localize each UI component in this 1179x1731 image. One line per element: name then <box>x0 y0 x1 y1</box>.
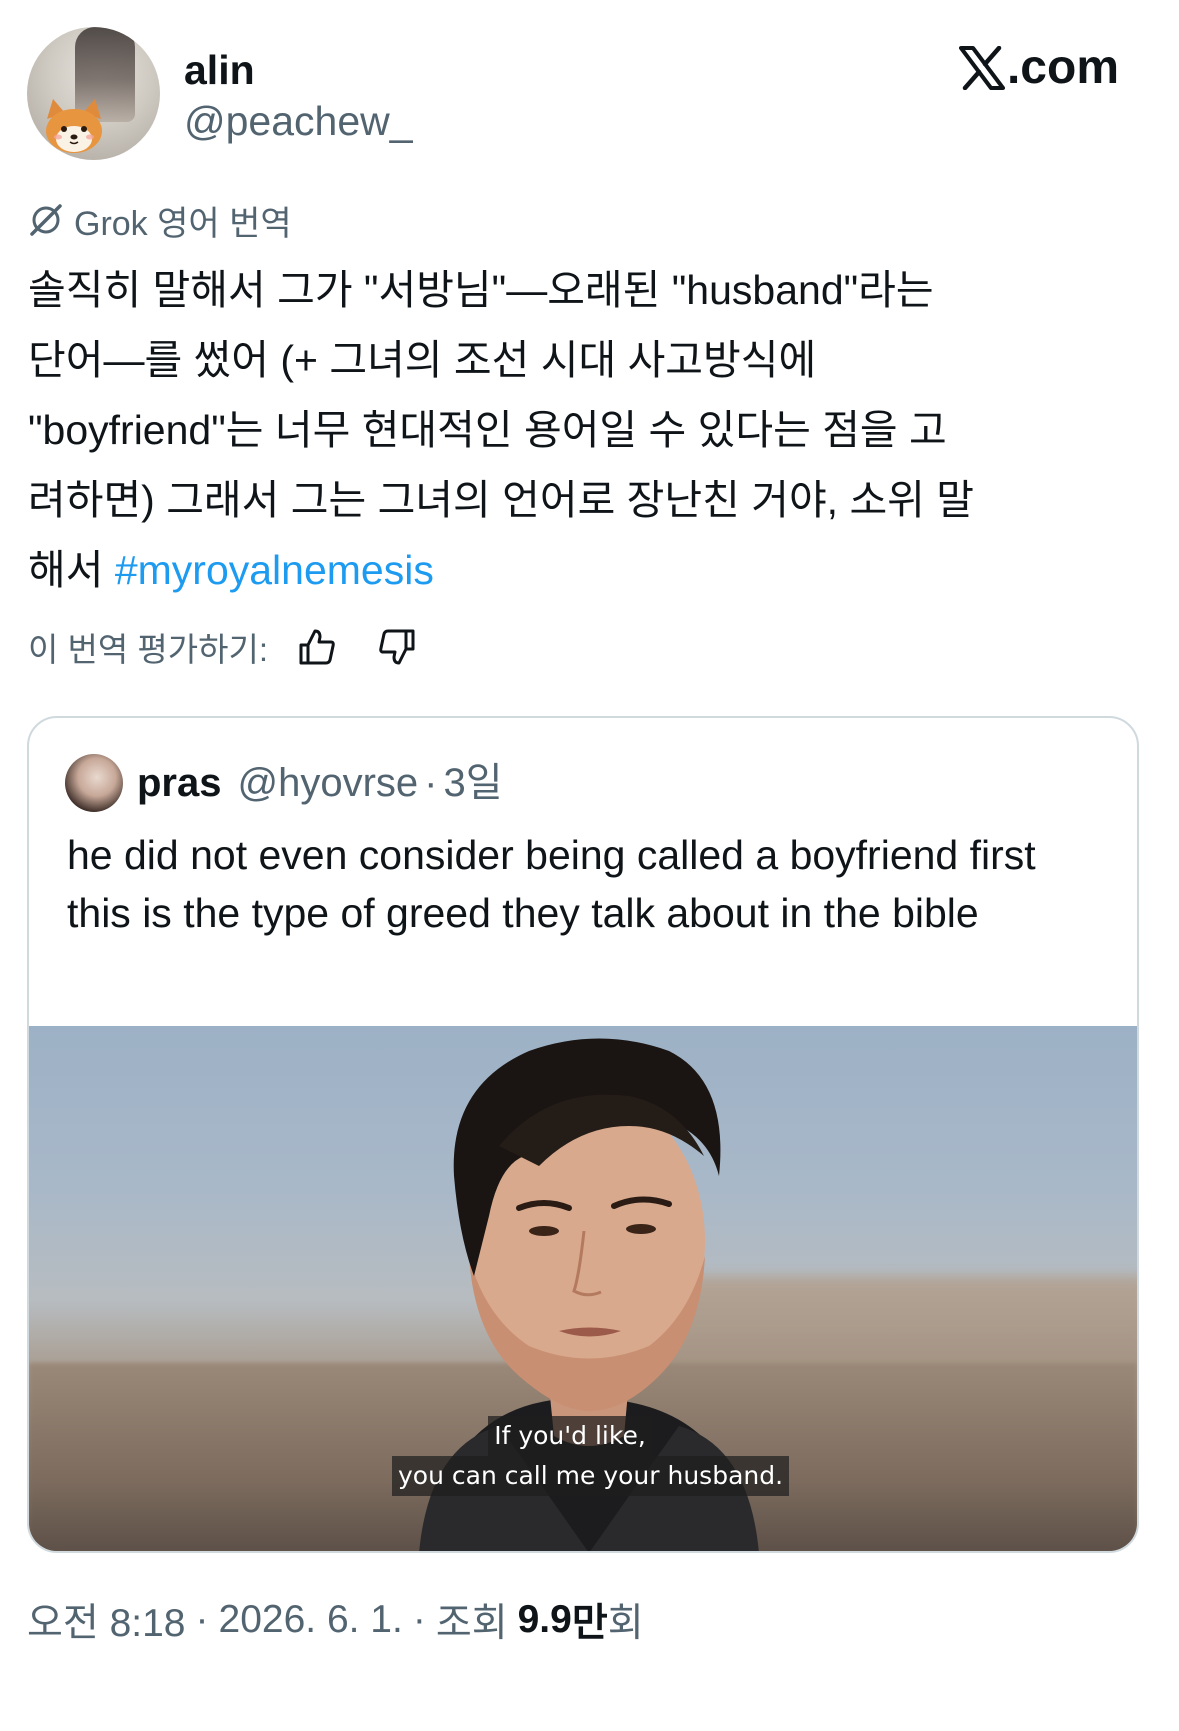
subtitle-line-1: If you'd like, <box>488 1416 652 1456</box>
author-display-name[interactable]: alin <box>184 46 255 94</box>
translation-label: Grok 영어 번역 <box>28 198 292 243</box>
tweet-header: alin @peachew_ .com <box>0 0 1179 180</box>
tweet-text: 솔직히 말해서 그가 "서방님"—오래된 "husband"라는 단어—를 썼어… <box>28 255 1138 605</box>
separator-dot: · <box>424 761 438 805</box>
quoted-tweet-text: he did not even consider being called a … <box>67 832 1036 936</box>
views-label: 조회 <box>435 1602 508 1645</box>
tweet-meta: 오전 8:18 · 2026. 6. 1. · 조회 9.9 만 회 <box>27 1590 644 1650</box>
separator-dot: · <box>412 1598 426 1641</box>
thumbs-down-icon <box>379 629 415 665</box>
video-subtitle: If you'd like, you can call me your husb… <box>392 1416 790 1496</box>
subtitle-line-2: you can call me your husband. <box>392 1456 790 1496</box>
quoted-author-avatar[interactable] <box>65 754 123 812</box>
quoted-tweet-image[interactable]: If you'd like, you can call me your husb… <box>29 1026 1137 1551</box>
hashtag-link[interactable]: #myroyalnemesis <box>115 547 434 593</box>
shiba-dog-icon <box>46 99 102 153</box>
thumbs-up-button[interactable] <box>292 622 342 672</box>
views-count[interactable]: 9.9 <box>518 1598 572 1642</box>
translation-label-text: Grok 영어 번역 <box>74 204 292 243</box>
tweet-time[interactable]: 오전 8:18 <box>27 1592 186 1648</box>
quoted-tweet-time[interactable]: 3일 <box>444 756 503 810</box>
translation-rating: 이 번역 평가하기: <box>28 622 422 672</box>
author-avatar[interactable] <box>27 27 160 160</box>
tweet-body-text: 솔직히 말해서 그가 "서방님"—오래된 "husband"라는 단어—를 썼어… <box>28 267 975 593</box>
thumbs-down-button[interactable] <box>372 622 422 672</box>
author-handle[interactable]: @peachew_ <box>184 97 413 145</box>
x-logo-icon <box>958 46 1005 90</box>
separator-dot: · <box>195 1598 209 1641</box>
site-logo-text: .com <box>1006 41 1119 94</box>
quoted-tweet-header: pras @hyovrse · 3일 <box>137 756 503 810</box>
quoted-author-handle[interactable]: @hyovrse <box>238 756 419 810</box>
grok-icon <box>30 204 62 236</box>
thumbs-up-icon <box>299 629 335 665</box>
tweet-date[interactable]: 2026. 6. 1. <box>219 1598 403 1642</box>
x-com-logo: .com <box>958 40 1119 96</box>
quoted-tweet[interactable]: pras @hyovrse · 3일 he did not even consi… <box>27 716 1139 1553</box>
quoted-author-name[interactable]: pras <box>137 756 222 810</box>
views-unit: 만 <box>571 1602 608 1645</box>
rating-label: 이 번역 평가하기: <box>28 631 269 668</box>
views-suffix: 회 <box>607 1602 644 1645</box>
